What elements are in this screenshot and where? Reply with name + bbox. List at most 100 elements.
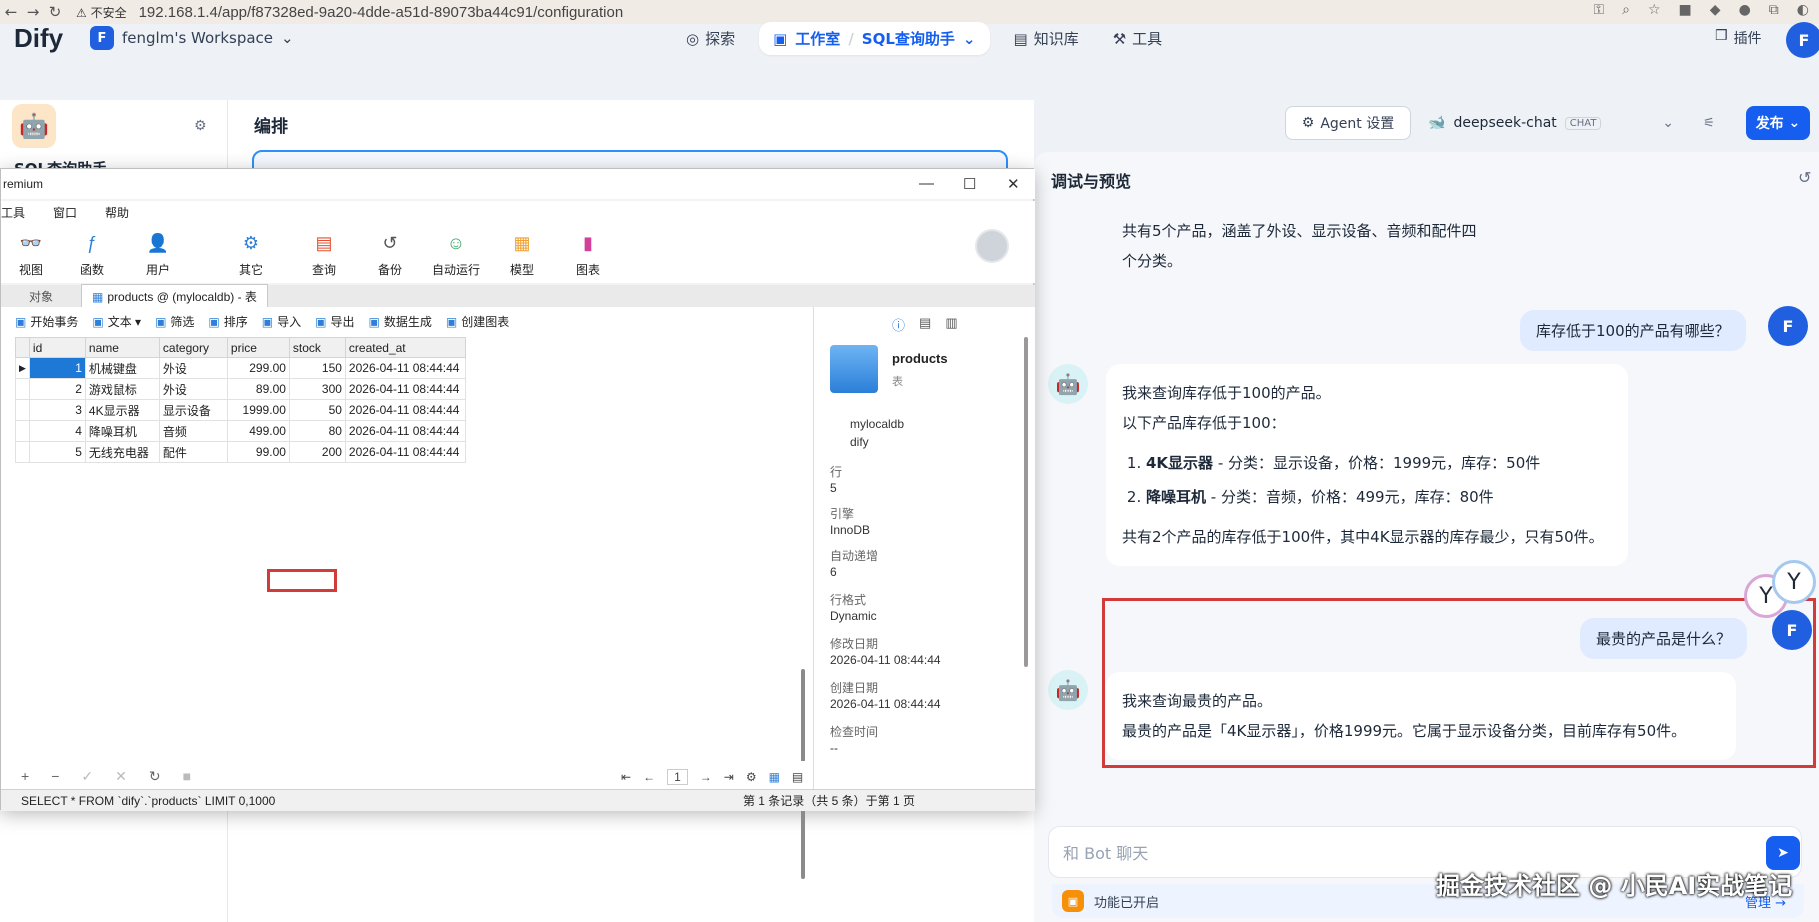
prev-page-icon[interactable]: ←	[643, 770, 655, 784]
model-params-button[interactable]: ⚟	[1692, 106, 1726, 140]
table-row[interactable]: 3 4K显示器 显示设备 1999.00 50 2026-04-11 08:44:44	[15, 399, 466, 421]
action-button[interactable]: ▣ 导出	[315, 313, 354, 330]
refresh-icon[interactable]: ↺	[1798, 168, 1811, 187]
column-header[interactable]: name	[84, 337, 160, 358]
action-button[interactable]: ▣ 导入	[262, 313, 301, 330]
table-row[interactable]: ▶ 1 机械键盘 外设 299.00 150 2026-04-11 08:44:44	[15, 357, 466, 379]
settings-icon[interactable]: ⚙	[746, 770, 757, 784]
table-cell[interactable]: 89.00	[226, 378, 290, 400]
table-cell[interactable]: 2026-04-11 08:44:44	[344, 378, 466, 400]
action-button[interactable]: ▣ 筛选	[155, 313, 194, 330]
table-cell[interactable]: 4K显示器	[84, 399, 160, 421]
action-button[interactable]: ▣ 文本 ▾	[92, 313, 141, 330]
forward-icon[interactable]: →	[22, 3, 44, 21]
minimize-icon[interactable]: —	[919, 175, 934, 192]
toolbar-function[interactable]: ƒ 函数	[59, 223, 125, 278]
table-cell[interactable]: 显示设备	[158, 399, 228, 421]
close-icon[interactable]: ✕	[1007, 175, 1020, 193]
user-avatar[interactable]: F	[1786, 22, 1819, 58]
table-cell[interactable]: 2026-04-11 08:44:44	[344, 399, 466, 421]
menu-item[interactable]: 窗口	[53, 204, 77, 221]
extension-icon[interactable]: ●	[1739, 2, 1751, 18]
toolbar-query[interactable]: ▤ 查询	[291, 223, 357, 278]
profile-icon[interactable]: ◐	[1797, 2, 1809, 18]
table-cell[interactable]: 音频	[158, 420, 228, 442]
table-cell[interactable]: 1	[28, 357, 86, 379]
nav-explore[interactable]: ◎ 探索	[676, 22, 745, 55]
zoom-icon[interactable]: ⌕	[1622, 2, 1630, 18]
table-cell[interactable]: 外设	[158, 378, 228, 400]
toolbar-user[interactable]: 👤 用户	[125, 223, 191, 278]
action-button[interactable]: ▣ 数据生成	[369, 313, 432, 330]
model-selector[interactable]: 🐋 deepseek-chat CHAT ⌄	[1418, 106, 1684, 140]
table-cell[interactable]: 游戏鼠标	[84, 378, 160, 400]
nav-studio[interactable]: ▣ 工作室 / SQL查询助手 ⌄	[759, 22, 990, 55]
add-row-icon[interactable]: +	[21, 768, 29, 784]
tab-products-table[interactable]: ▦ products @ (mylocaldb) - 表	[81, 284, 268, 308]
nav-current-app[interactable]: SQL查询助手	[862, 28, 955, 49]
table-cell[interactable]: 2	[28, 378, 86, 400]
table-cell[interactable]: 2026-04-11 08:44:44	[344, 357, 466, 379]
table-cell[interactable]: 无线充电器	[84, 441, 160, 463]
table-cell[interactable]: 300	[288, 378, 346, 400]
toolbar-backup[interactable]: ↺ 备份	[357, 223, 423, 278]
stop-icon[interactable]: ■	[183, 768, 191, 784]
next-page-icon[interactable]: →	[700, 770, 712, 784]
action-button[interactable]: ▣ 排序	[208, 313, 247, 330]
action-button[interactable]: ▣ 开始事务	[15, 313, 78, 330]
page-number[interactable]: 1	[667, 769, 688, 785]
workspace-switcher[interactable]: F fenglm's Workspace ⌄	[90, 26, 294, 50]
user-avatar[interactable]	[975, 229, 1009, 263]
table-cell[interactable]: 3	[28, 399, 86, 421]
column-header[interactable]: id	[28, 337, 86, 358]
star-icon[interactable]: ☆	[1648, 2, 1661, 18]
delete-row-icon[interactable]: −	[51, 768, 59, 784]
key-icon[interactable]: ⚿	[1593, 2, 1604, 18]
last-page-icon[interactable]: ⇥	[724, 770, 734, 784]
menu-item[interactable]: 帮助	[105, 204, 129, 221]
table-cell[interactable]: 2026-04-11 08:44:44	[344, 420, 466, 442]
agent-settings-button[interactable]: ⚙ Agent 设置	[1285, 106, 1411, 140]
grid-view-icon[interactable]: ▦	[769, 770, 780, 784]
table-cell[interactable]: 50	[288, 399, 346, 421]
table-row[interactable]: 4 降噪耳机 音频 499.00 80 2026-04-11 08:44:44	[15, 420, 466, 442]
toolbar-robot[interactable]: ☺ 自动运行	[423, 223, 489, 278]
table-cell[interactable]: 降噪耳机	[84, 420, 160, 442]
table-row[interactable]: 2 游戏鼠标 外设 89.00 300 2026-04-11 08:44:44	[15, 378, 466, 400]
nav-tools[interactable]: ⚒ 工具	[1103, 22, 1172, 55]
toolbar-view[interactable]: 👓 视图	[3, 223, 59, 278]
table-cell[interactable]: 99.00	[226, 441, 290, 463]
tab-objects[interactable]: 对象	[1, 288, 81, 305]
table-cell[interactable]: 机械键盘	[84, 357, 160, 379]
info-icon[interactable]: ⓘ	[892, 315, 905, 334]
menu-item[interactable]: 工具	[1, 204, 25, 221]
table-cell[interactable]: 80	[288, 420, 346, 442]
reload-icon[interactable]: ↻	[44, 3, 66, 21]
table-cell[interactable]: 299.00	[226, 357, 290, 379]
column-header[interactable]: category	[158, 337, 228, 358]
extension-icon[interactable]: ◆	[1710, 2, 1721, 18]
ddl-icon[interactable]: ▤	[919, 315, 931, 334]
toolbar-chart[interactable]: ▮ 图表	[555, 223, 621, 278]
table-cell[interactable]: 150	[288, 357, 346, 379]
table-cell[interactable]: 1999.00	[226, 399, 290, 421]
discard-icon[interactable]: ✕	[115, 768, 127, 785]
apply-icon[interactable]: ✓	[81, 768, 93, 785]
nav-knowledge[interactable]: ▤ 知识库	[1004, 22, 1089, 55]
table-cell[interactable]: 4	[28, 420, 86, 442]
puzzle-icon[interactable]: ⧉	[1769, 2, 1779, 18]
back-icon[interactable]: ←	[0, 3, 22, 21]
form-view-icon[interactable]: ▤	[792, 770, 803, 784]
publish-button[interactable]: 发布 ⌄	[1746, 106, 1810, 140]
table-row[interactable]: 5 无线充电器 配件 99.00 200 2026-04-11 08:44:44	[15, 441, 466, 463]
table-cell[interactable]: 499.00	[226, 420, 290, 442]
action-button[interactable]: ▣ 创建图表	[446, 313, 509, 330]
send-button[interactable]: ➤	[1766, 836, 1800, 870]
address-bar[interactable]: ⚠ 不安全 192.168.1.4/app/f87328ed-9a20-4dde…	[76, 2, 623, 22]
column-header[interactable]: stock	[288, 337, 346, 358]
column-header[interactable]: created_at	[344, 337, 466, 358]
maximize-icon[interactable]: ☐	[963, 175, 976, 193]
table-cell[interactable]: 2026-04-11 08:44:44	[344, 441, 466, 463]
first-page-icon[interactable]: ⇤	[621, 770, 631, 784]
table-cell[interactable]: 外设	[158, 357, 228, 379]
